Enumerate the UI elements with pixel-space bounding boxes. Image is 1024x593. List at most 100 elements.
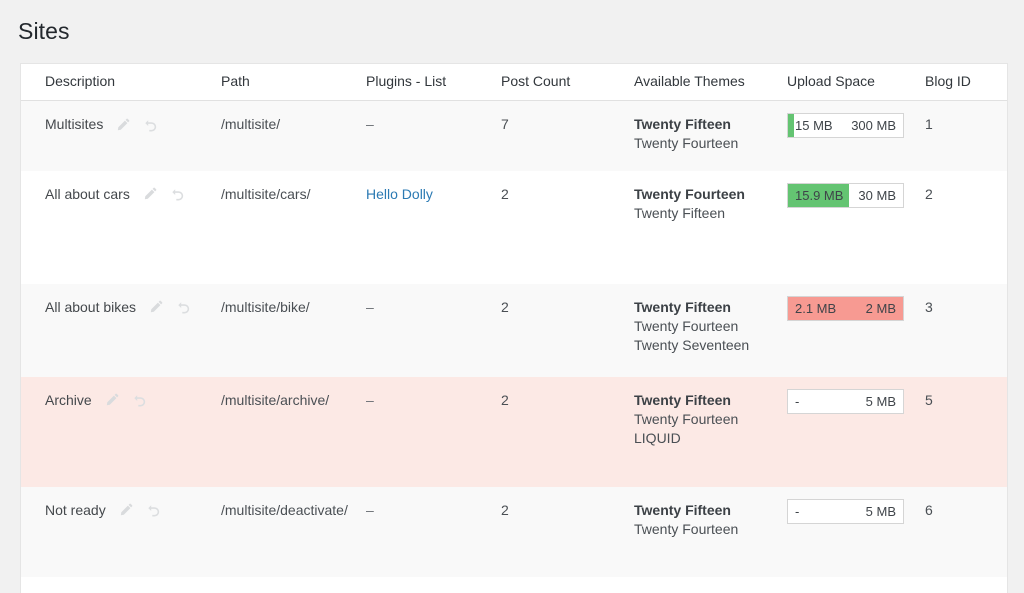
cell-description: Not ready	[21, 486, 221, 577]
blog-id-value: 3	[925, 298, 933, 315]
column-header-path[interactable]: Path	[221, 64, 366, 101]
cell-plugins: –	[366, 376, 501, 487]
active-theme: Twenty Fifteen	[634, 391, 731, 408]
themes-list: Twenty Fourteen Twenty Fifteen	[634, 185, 777, 223]
plugins-empty: –	[366, 501, 374, 518]
restore-icon[interactable]	[143, 117, 159, 133]
column-header-description[interactable]: Description	[21, 64, 221, 101]
restore-icon[interactable]	[170, 186, 186, 202]
theme-name: Twenty Fourteen	[634, 317, 739, 334]
cell-blog-id: 6	[925, 486, 1007, 577]
cell-path: /multisite/deactivate/	[221, 486, 366, 577]
description-wrapper: All about cars	[45, 185, 211, 204]
restore-icon[interactable]	[132, 392, 148, 408]
cell-available-themes: Twenty Fifteen Twenty Fourteen	[634, 486, 787, 577]
table-row[interactable]: Not ready/multisite/deactivate/ – 2 Twenty …	[21, 486, 1007, 577]
sites-table: Description Path Plugins - List Post Cou…	[21, 64, 1007, 577]
cell-available-themes: Twenty Fifteen Twenty Fourteen Twenty Seve…	[634, 283, 787, 377]
cell-blog-id: 1	[925, 100, 1007, 171]
cell-description: All about cars	[21, 170, 221, 284]
column-header-upload-space[interactable]: Upload Space	[787, 64, 925, 101]
quota-labels: 15 MB 300 MB	[788, 114, 903, 137]
blog-id-value: 2	[925, 185, 933, 202]
column-header-available-themes[interactable]: Available Themes	[634, 64, 787, 101]
edit-icon[interactable]	[142, 186, 158, 202]
table-row[interactable]: Multisites/multisite/–7 Twenty Fifteen Twe…	[21, 100, 1007, 171]
cell-available-themes: Twenty Fourteen Twenty Fifteen	[634, 170, 787, 284]
upload-quota-bar: 2.1 MB 2 MB	[787, 295, 904, 321]
table-header-row: Description Path Plugins - List Post Cou…	[21, 64, 1007, 101]
cell-description: Multisites	[21, 100, 221, 171]
cell-post-count: 2	[501, 170, 634, 284]
plugins-empty: –	[366, 391, 374, 408]
theme-name: Twenty Fourteen	[634, 135, 739, 151]
cell-post-count: 2	[501, 486, 634, 577]
post-count-value: 2	[501, 391, 509, 408]
restore-icon[interactable]	[146, 502, 162, 518]
quota-labels: 2.1 MB 2 MB	[788, 297, 903, 320]
edit-icon[interactable]	[104, 392, 120, 408]
active-theme: Twenty Fifteen	[634, 298, 731, 315]
table-row[interactable]: All about cars/multisite/cars/Hello Doll…	[21, 170, 1007, 284]
row-actions	[115, 117, 159, 133]
post-count-value: 7	[501, 116, 509, 132]
upload-quota-bar: - 5 MB	[787, 388, 904, 414]
cell-description: Archive	[21, 376, 221, 487]
upload-quota-bar: - 5 MB	[787, 498, 904, 524]
themes-list: Twenty Fifteen Twenty Fourteen LIQUID	[634, 391, 777, 448]
cell-path: /multisite/archive/	[221, 376, 366, 487]
site-path: /multisite/deactivate/	[221, 501, 348, 518]
table-row[interactable]: All about bikes/multisite/bike/ – 2 Twenty …	[21, 283, 1007, 377]
quota-total: 5 MB	[865, 503, 896, 519]
theme-name: Twenty Fourteen	[634, 520, 739, 537]
cell-post-count: 2	[501, 376, 634, 487]
column-header-blog-id[interactable]: Blog ID	[925, 64, 1007, 101]
cell-available-themes: Twenty Fifteen Twenty Fourteen	[634, 100, 787, 171]
row-actions	[142, 186, 186, 202]
theme-name: Twenty Fourteen	[634, 410, 739, 427]
cell-post-count: 7	[501, 100, 634, 171]
site-description: All about cars	[45, 185, 130, 202]
upload-quota-bar: 15.9 MB 30 MB	[787, 182, 904, 208]
table-body: Multisites/multisite/–7 Twenty Fifteen Twe…	[21, 100, 1007, 577]
theme-name: Twenty Seventeen	[634, 336, 750, 353]
restore-icon[interactable]	[176, 299, 192, 315]
post-count-value: 2	[501, 298, 509, 315]
blog-id-value: 5	[925, 391, 933, 408]
quota-total: 30 MB	[858, 187, 896, 203]
edit-icon[interactable]	[115, 117, 131, 133]
cell-plugins: –	[366, 283, 501, 377]
cell-description: All about bikes	[21, 283, 221, 377]
edit-icon[interactable]	[118, 502, 134, 518]
cell-post-count: 2	[501, 283, 634, 377]
upload-quota-bar: 15 MB 300 MB	[787, 113, 904, 138]
cell-blog-id: 3	[925, 283, 1007, 377]
theme-name: LIQUID	[634, 429, 681, 446]
blog-id-value: 6	[925, 501, 933, 518]
active-theme: Twenty Fifteen	[634, 501, 731, 518]
cell-blog-id: 5	[925, 376, 1007, 487]
site-description: Multisites	[45, 116, 104, 132]
cell-upload-space: 2.1 MB 2 MB	[787, 283, 925, 377]
edit-icon[interactable]	[148, 299, 164, 315]
quota-labels: - 5 MB	[788, 500, 903, 523]
column-header-plugins[interactable]: Plugins - List	[366, 64, 501, 101]
site-path: /multisite/	[221, 116, 281, 132]
site-description: All about bikes	[45, 298, 137, 315]
cell-path: /multisite/bike/	[221, 283, 366, 377]
column-header-post-count[interactable]: Post Count	[501, 64, 634, 101]
cell-path: /multisite/	[221, 100, 366, 171]
plugin-link[interactable]: Hello Dolly	[366, 186, 433, 202]
active-theme: Twenty Fifteen	[634, 116, 731, 132]
cell-upload-space: - 5 MB	[787, 376, 925, 487]
quota-used: 2.1 MB	[795, 300, 837, 316]
table-row[interactable]: Archive/multisite/archive/ – 2 Twenty Fifte…	[21, 376, 1007, 487]
site-path: /multisite/bike/	[221, 298, 310, 315]
quota-labels: 15.9 MB 30 MB	[788, 184, 903, 207]
description-wrapper: All about bikes	[45, 298, 211, 317]
quota-total: 2 MB	[865, 300, 896, 316]
quota-used: 15.9 MB	[795, 187, 844, 203]
site-path: /multisite/archive/	[221, 391, 330, 408]
sites-page: Sites Description Path Plugins - List Po…	[0, 0, 1024, 593]
quota-total: 5 MB	[865, 393, 896, 409]
